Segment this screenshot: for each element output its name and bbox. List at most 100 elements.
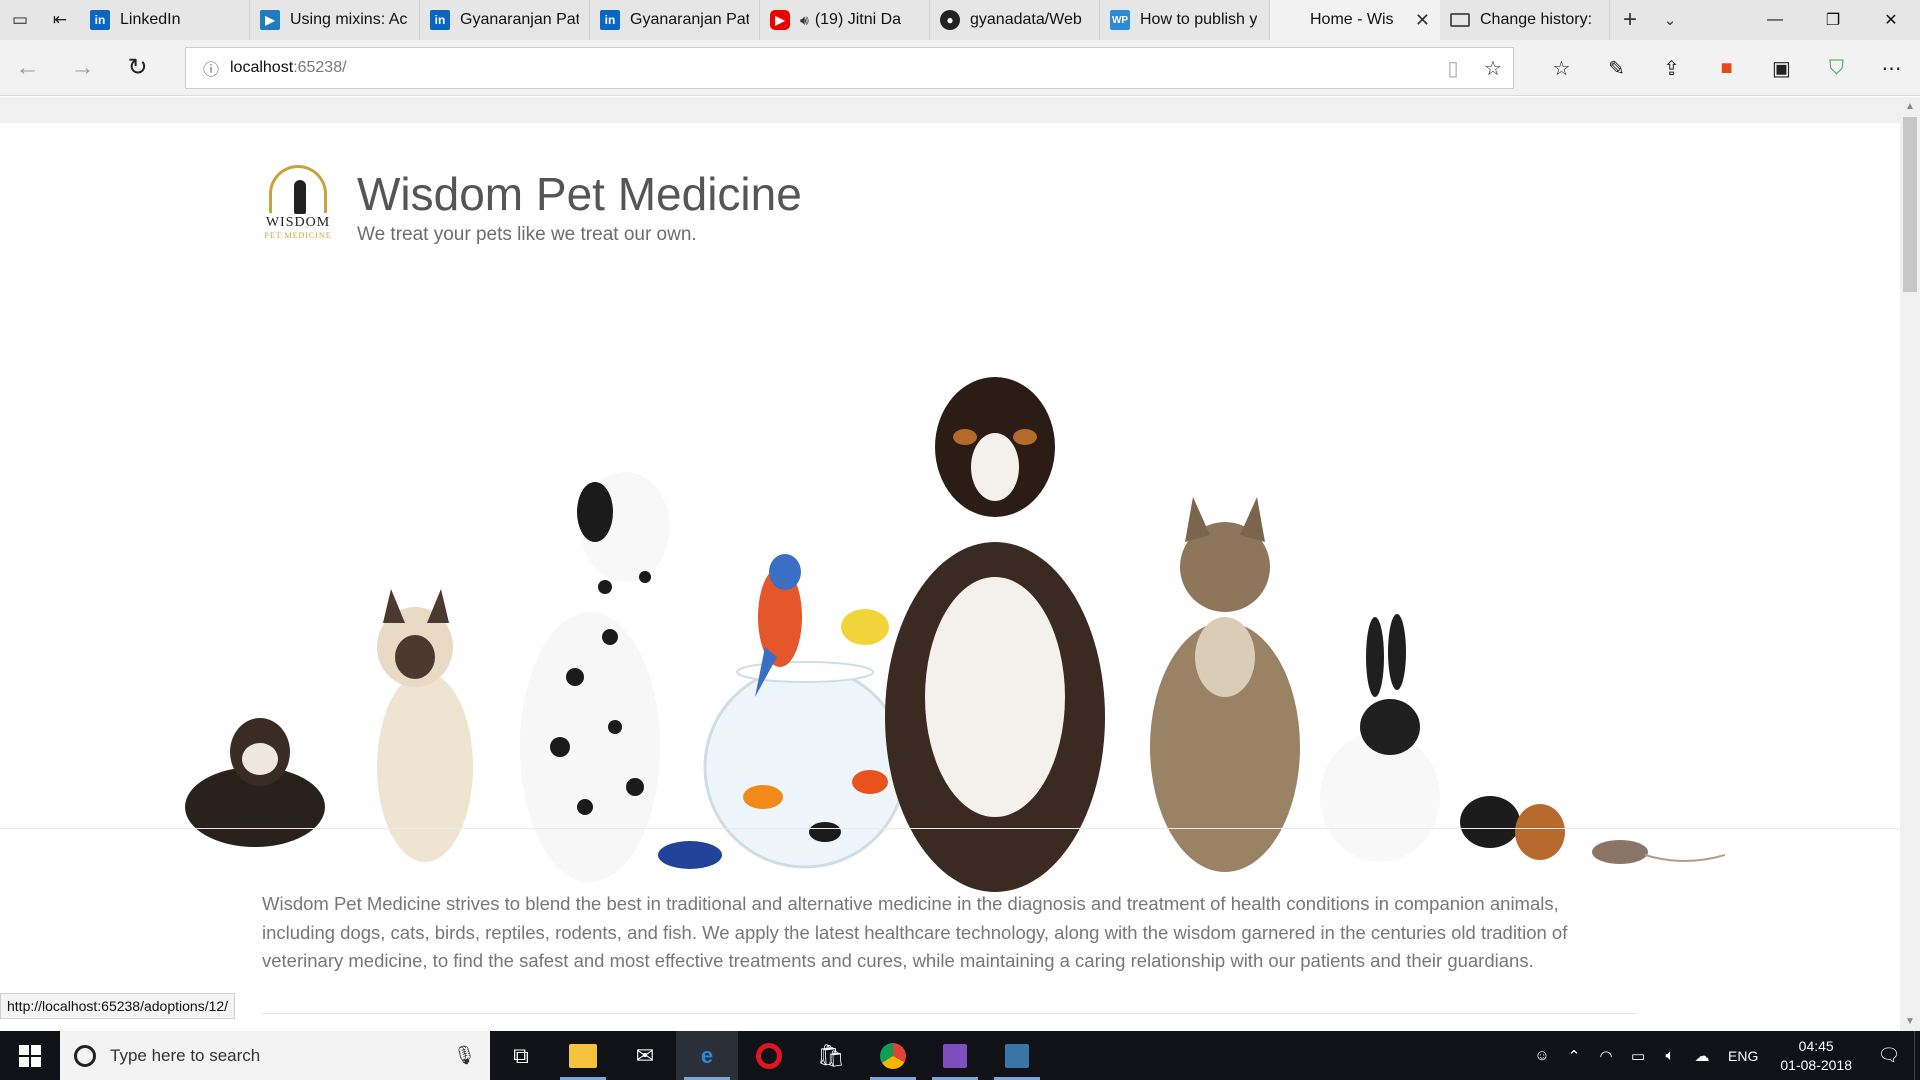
tab-gyanaranjan-1[interactable]: in Gyanaranjan Pat [420,0,590,40]
battery-icon[interactable]: ▭ [1622,1047,1654,1065]
clock[interactable]: 04:45 01-08-2018 [1768,1037,1864,1075]
onedrive-icon[interactable]: ☁ [1686,1047,1718,1065]
scrollbar-thumb[interactable] [1903,117,1917,292]
minimize-button[interactable]: — [1746,0,1804,40]
set-aside-tabs-icon[interactable]: ⇤ [40,0,80,40]
mail-icon[interactable]: ✉ [614,1031,676,1080]
favorite-star-icon[interactable]: ☆ [1473,56,1513,81]
tab-title: gyanadata/Web [970,11,1082,28]
navigation-bar: ← → ↻ ⓘ localhost:65238/ ▯ ☆ ☆ ✎ ⇪ ■ ▣ ⛉… [0,40,1920,96]
store-icon[interactable]: 🛍︎ [800,1031,862,1080]
speaker-icon[interactable]: 🔊︎ [800,12,809,29]
back-button[interactable]: ← [0,54,55,82]
wifi-icon[interactable]: ◠ [1590,1047,1622,1065]
logo-figure [294,180,306,214]
scroll-down-arrow-icon[interactable]: ▼ [1905,1016,1915,1027]
rabbit-figure [1320,614,1440,862]
address-url[interactable]: localhost:65238/ [230,59,347,77]
tab-title: (19) Jitni Da [814,11,902,28]
close-tab-icon[interactable]: ✕ [1415,10,1430,31]
restore-button[interactable]: ❐ [1804,0,1862,40]
cortana-icon[interactable] [74,1044,96,1067]
tab-title: Change history: [1480,11,1593,28]
close-window-button[interactable]: ✕ [1862,0,1920,40]
tab-title: Using mixins: Ac [290,11,408,28]
file-explorer-icon[interactable] [552,1031,614,1080]
tab-github[interactable]: ● gyanadata/Web [930,0,1100,40]
search-placeholder: Type here to search [110,1045,261,1065]
tabby-cat-figure [1150,497,1300,872]
tab-title: Gyanaranjan Pat [460,11,579,28]
tab-home-wisdom[interactable]: Home - Wis ✕ [1270,0,1440,40]
tab-gyanaranjan-2[interactable]: in Gyanaranjan Pat [590,0,760,40]
action-center-icon[interactable]: 🗨︎ [1864,1045,1914,1066]
chevron-down-icon[interactable]: ⌄ [1650,0,1690,40]
scroll-up-arrow-icon[interactable]: ▲ [1905,101,1915,112]
language-indicator[interactable]: ENG [1718,1048,1768,1064]
page-scrollbar[interactable]: ▲ ▼ [1900,97,1920,1031]
shield-icon[interactable]: ⛉ [1809,57,1864,80]
clock-date: 01-08-2018 [1780,1056,1852,1073]
site-logo[interactable]: WISDOM PET MEDICINE [262,165,334,245]
logo-arc [269,165,327,214]
tab-change-history[interactable]: Change history: [1440,0,1610,40]
refresh-button[interactable]: ↻ [110,53,165,82]
start-button[interactable] [0,1031,60,1080]
tab-wordpress[interactable]: WP How to publish y [1100,0,1270,40]
favorites-hub-icon[interactable]: ☆ [1534,56,1589,81]
youtube-icon: ▶ [770,10,790,30]
extension-icon[interactable]: ▣ [1754,56,1809,81]
tab-title: How to publish y [1140,11,1258,28]
volume-icon[interactable]: 🔈︎ [1654,1047,1686,1064]
more-menu-icon[interactable]: ⋯ [1864,56,1919,81]
tab-youtube[interactable]: ▶ 🔊︎ (19) Jitni Da [760,0,930,40]
clock-time: 04:45 [1798,1037,1834,1054]
page-title: Wisdom Pet Medicine [357,168,802,220]
collie-figure [885,377,1105,892]
logo-text: WISDOM [265,215,331,230]
show-desktop-button[interactable] [1914,1031,1920,1080]
guinea-pig-figure [1455,796,1565,875]
github-icon: ● [940,10,960,30]
chrome-icon[interactable] [862,1031,924,1080]
reading-view-icon[interactable]: ▯ [1433,56,1473,81]
linkedin-icon: in [600,10,620,30]
tab-bar: ▭ ⇤ in LinkedIn ▶ Using mixins: Ac in Gy… [0,0,1920,40]
new-tab-button[interactable]: + [1610,0,1650,40]
mouse-figure [1592,840,1726,864]
tab-preview-icon[interactable]: ▭ [0,0,40,40]
tab-title: LinkedIn [120,11,181,28]
hero-image-pets [165,327,1726,897]
windows-taskbar: Type here to search 🎙︎ ⧉ ✉ e 🛍︎ ☺ ⌃ ◠ ▭ … [0,1031,1920,1080]
video-icon: ▶ [260,10,280,30]
visual-studio-icon[interactable] [924,1031,986,1080]
info-icon[interactable]: ⓘ [192,56,230,80]
fishbowl-figure [703,661,907,869]
top-strip [0,97,1900,123]
taskbar-search-box[interactable]: Type here to search 🎙︎ [60,1031,490,1080]
people-icon[interactable]: ☺ [1526,1047,1558,1064]
tab-title: Home - Wis [1310,11,1394,28]
tab-linkedin[interactable]: in LinkedIn [80,0,250,40]
python-icon[interactable] [986,1031,1048,1080]
microphone-icon[interactable]: 🎙︎ [453,1045,476,1066]
section-divider [262,1013,1637,1014]
task-view-icon[interactable]: ⧉ [490,1031,552,1080]
page-icon [1450,13,1470,27]
address-bar[interactable]: ⓘ localhost:65238/ ▯ ☆ [185,47,1514,89]
status-bar-url: http://localhost:65238/adoptions/12/ [0,993,236,1019]
opera-icon[interactable] [738,1031,800,1080]
frog-figure [658,841,722,869]
edge-browser-icon[interactable]: e [676,1031,738,1080]
url-port: :65238/ [293,59,347,76]
share-icon[interactable]: ⇪ [1644,56,1699,81]
forward-button[interactable]: → [55,54,110,82]
linkedin-icon: in [430,10,450,30]
web-note-pen-icon[interactable]: ✎ [1589,56,1644,81]
canary-figure [841,609,889,645]
office-extension-icon[interactable]: ■ [1699,57,1754,80]
page-tagline: We treat your pets like we treat our own… [357,224,697,245]
dalmatian-figure [520,472,670,882]
chevron-up-icon[interactable]: ⌃ [1558,1047,1590,1065]
tab-using-mixins[interactable]: ▶ Using mixins: Ac [250,0,420,40]
